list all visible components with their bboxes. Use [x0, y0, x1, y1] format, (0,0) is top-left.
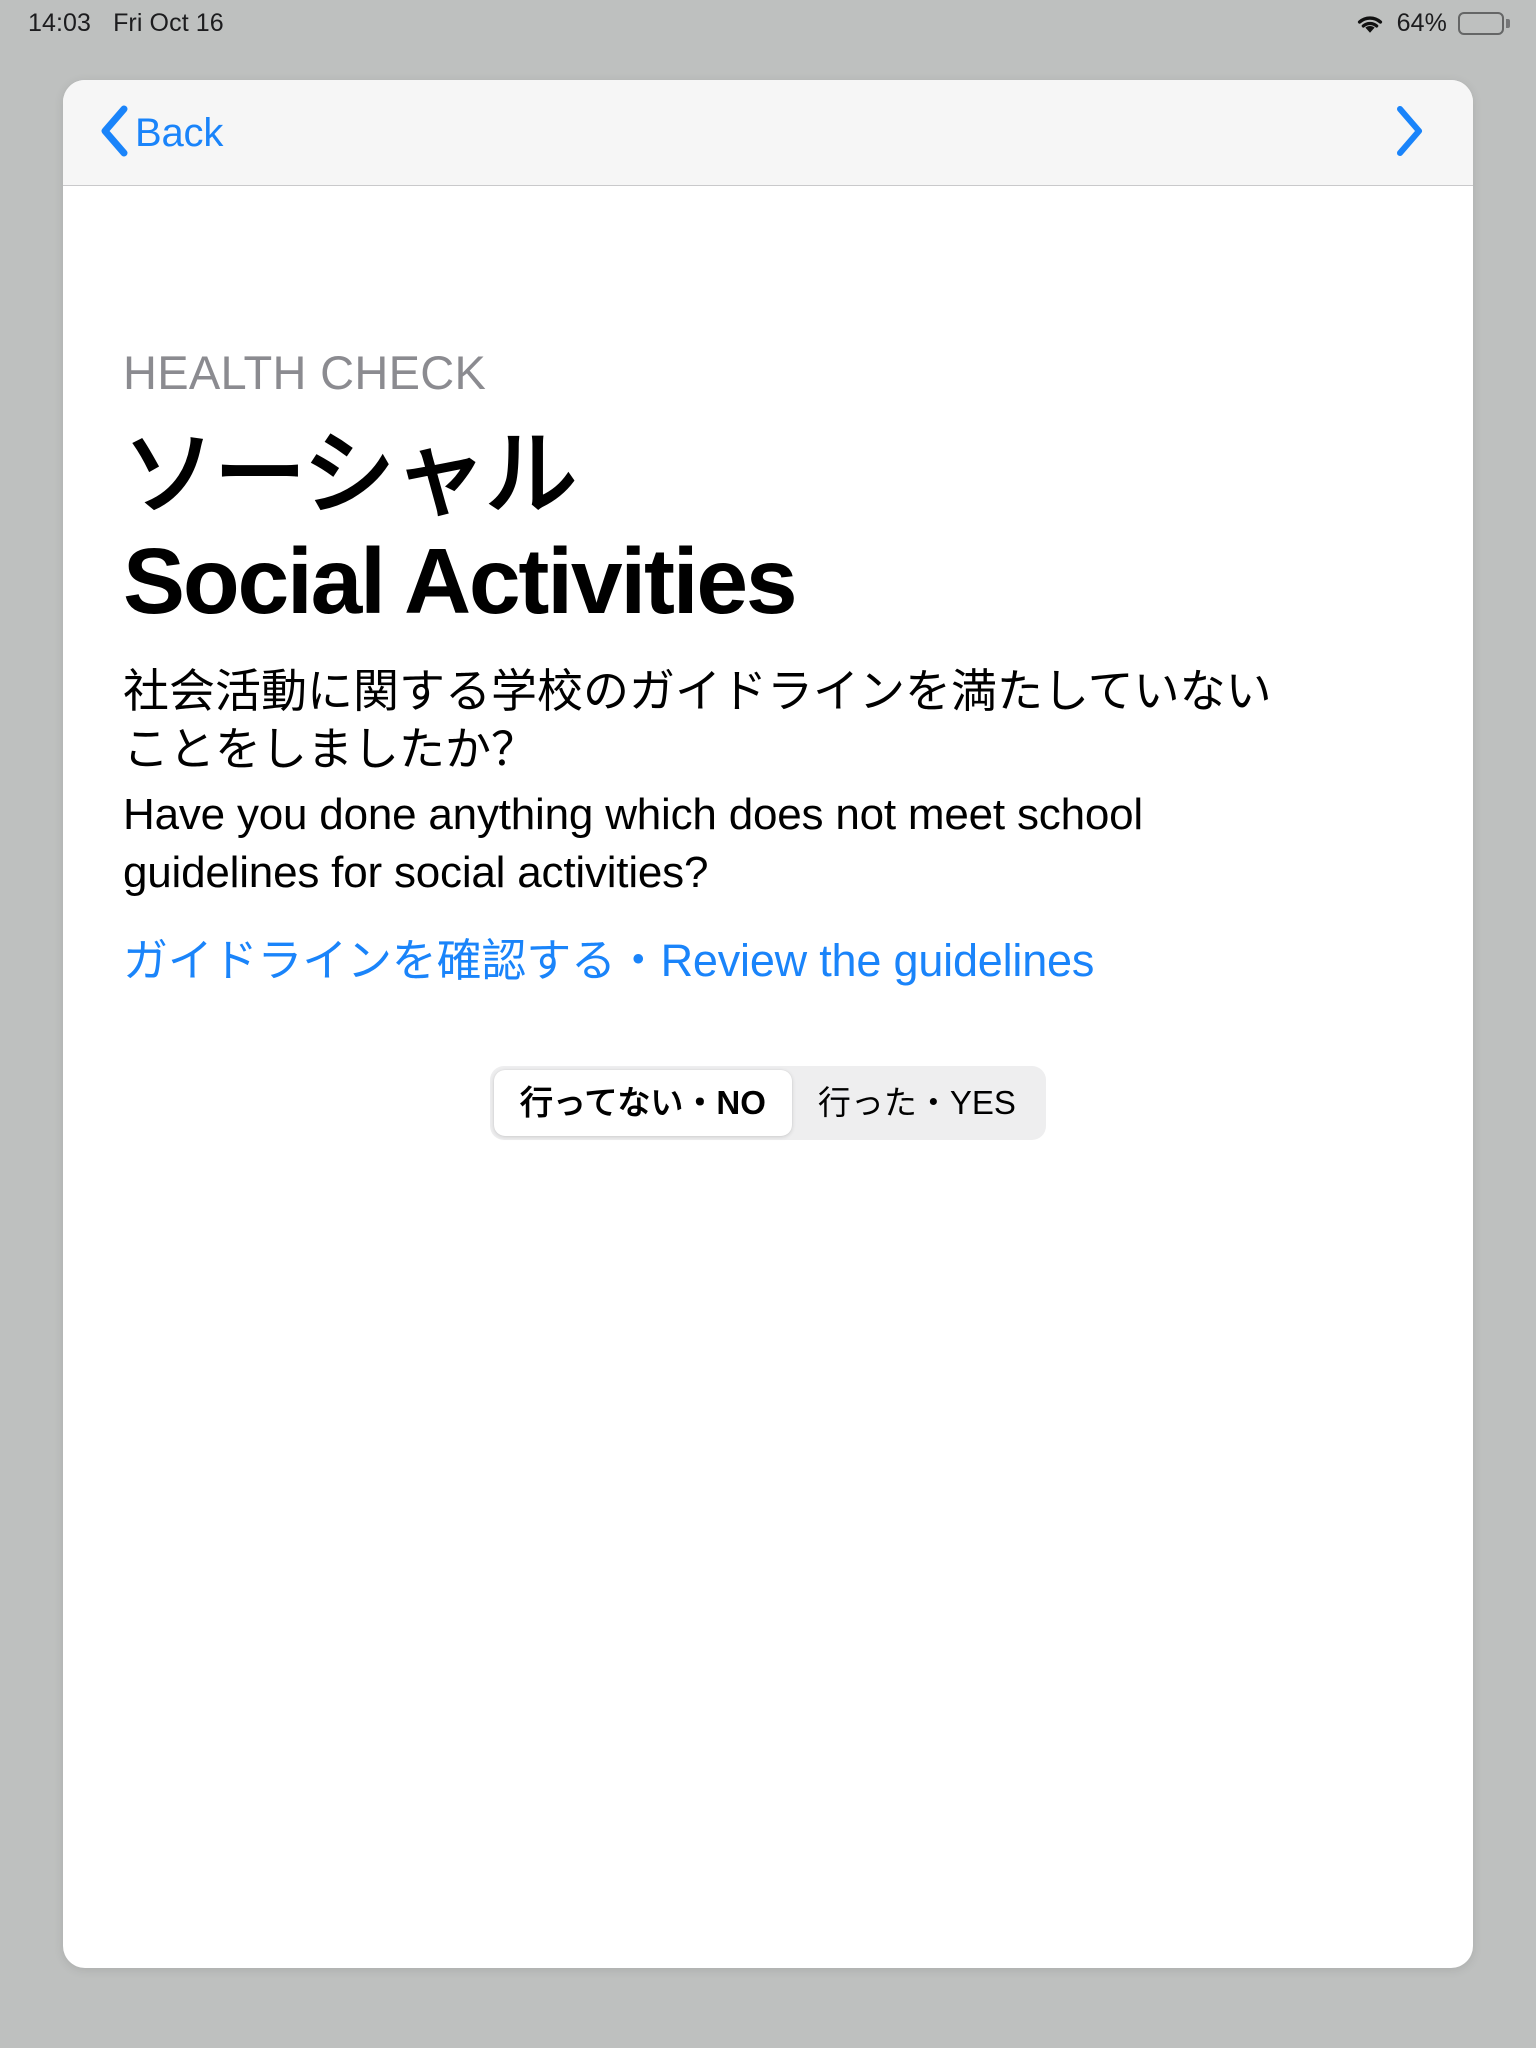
answer-control-container: 行ってない・NO 行った・YES: [123, 1066, 1413, 1141]
wifi-icon: [1354, 12, 1386, 35]
forward-button[interactable]: [1379, 97, 1437, 168]
status-bar-right: 64%: [1354, 8, 1510, 37]
chevron-left-icon: [99, 105, 129, 160]
back-button-label: Back: [135, 110, 224, 155]
segment-option-no[interactable]: 行ってない・NO: [494, 1070, 792, 1137]
chevron-right-icon: [1393, 105, 1423, 160]
page-title-english: Social Activities: [123, 529, 798, 634]
page-title-japanese: ソーシャル: [123, 424, 577, 526]
review-guidelines-link[interactable]: ガイドラインを確認する・Review the guidelines: [123, 934, 1094, 988]
battery-percent-label: 64%: [1396, 8, 1447, 37]
segment-option-yes[interactable]: 行った・YES: [792, 1070, 1042, 1136]
navigation-bar: Back: [63, 80, 1473, 186]
status-bar: 14:03 Fri Oct 16 64%: [0, 0, 1536, 46]
back-button[interactable]: Back: [89, 97, 233, 168]
section-eyebrow: HEALTH CHECK: [123, 346, 487, 399]
question-content: HEALTH CHECK ソーシャル Social Activities 社会活…: [63, 346, 1473, 1141]
question-text-english: Have you done anything which does not me…: [123, 790, 1143, 898]
battery-icon: [1458, 11, 1510, 35]
question-text-japanese: 社会活動に関する学校のガイドラインを満たしていないことをしましたか？: [123, 666, 1272, 775]
status-bar-left: 14:03 Fri Oct 16: [28, 8, 224, 37]
answer-segmented-control[interactable]: 行ってない・NO 行った・YES: [490, 1066, 1046, 1141]
app-card: Back HEALTH CHECK ソーシャル Social Activitie…: [63, 80, 1473, 1968]
status-time: 14:03: [28, 8, 92, 37]
status-date: Fri Oct 16: [113, 8, 224, 37]
